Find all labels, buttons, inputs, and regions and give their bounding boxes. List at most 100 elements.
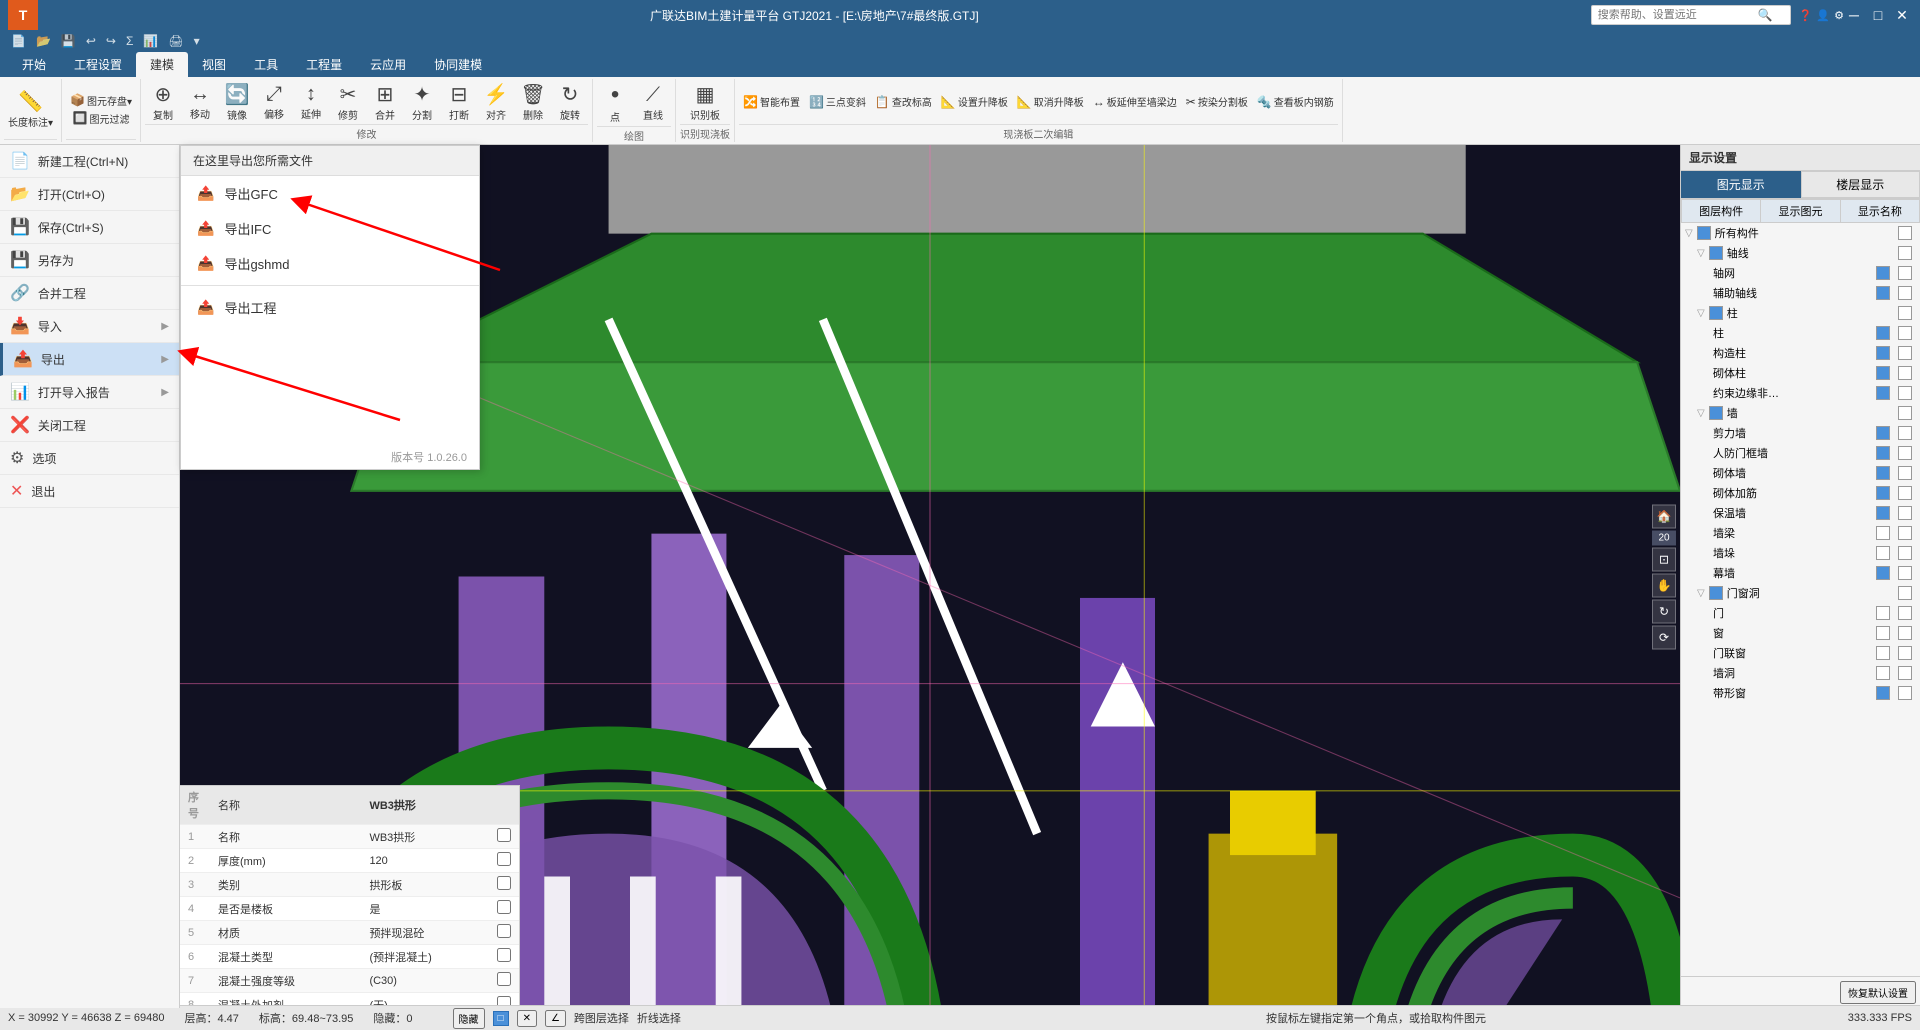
rb-view-rebar[interactable]: 🔩 查看板内钢筋 [1253, 93, 1338, 110]
sidebar-options[interactable]: ⚙ 选项 [0, 442, 179, 475]
check-window[interactable] [1876, 626, 1890, 640]
view-tool-rotate[interactable]: ⟳ [1652, 625, 1676, 649]
tree-node-all[interactable]: ▽ 所有构件 [1681, 223, 1920, 243]
tree-node-door-window[interactable]: ▽ 门窗洞 [1681, 583, 1920, 603]
qa-undo[interactable]: ↩ [83, 34, 99, 48]
check-axis[interactable] [1709, 246, 1723, 260]
rb-cancel-raise[interactable]: 📐 取消升降板 [1013, 93, 1088, 110]
tree-node-masonry-col[interactable]: 砌体柱 [1681, 363, 1920, 383]
tree-node-masonry-wall[interactable]: 砌体墙 [1681, 463, 1920, 483]
dropdown-export-gfc[interactable]: 📤 导出GFC [181, 176, 479, 211]
help-btn[interactable]: ❓ [1799, 9, 1813, 22]
check-grid[interactable] [1876, 266, 1890, 280]
dropdown-export-project[interactable]: 📤 导出工程 [181, 290, 479, 325]
app-logo[interactable]: T [8, 0, 38, 30]
tree-node-aux-axis[interactable]: 辅助轴线 [1681, 283, 1920, 303]
rb-filter[interactable]: 🔲 图元过滤 [69, 110, 134, 127]
tree-node-window[interactable]: 窗 [1681, 623, 1920, 643]
qa-redo[interactable]: ↪ [103, 34, 119, 48]
rb-offset[interactable]: ⤢ 偏移 [256, 81, 292, 123]
rb-rotate[interactable]: ↻ 旋转 [552, 80, 588, 124]
prop-check-1[interactable] [497, 828, 511, 842]
check-name-aux-axis[interactable] [1898, 286, 1912, 300]
check-aux-axis[interactable] [1876, 286, 1890, 300]
tab-collab[interactable]: 协同建模 [420, 52, 496, 77]
view-tool-pan[interactable]: ✋ [1652, 573, 1676, 597]
check-wall-opening[interactable] [1876, 666, 1890, 680]
tree-node-wall-beam[interactable]: 墙梁 [1681, 523, 1920, 543]
qa-open[interactable]: 📂 [33, 34, 54, 48]
rb-mirror[interactable]: 🔄 镜像 [219, 80, 255, 124]
fold-select[interactable]: 折线选择 [637, 1010, 681, 1026]
settings-icon[interactable]: ⚙ [1834, 9, 1844, 22]
cross-layer-select[interactable]: 跨图层选择 [574, 1010, 629, 1026]
check-column[interactable] [1709, 306, 1723, 320]
check-constraint-col[interactable] [1876, 386, 1890, 400]
check-masonry-col[interactable] [1876, 366, 1890, 380]
rb-extend-wall[interactable]: ↔ 板延伸至墙梁边 [1089, 93, 1181, 110]
tree-node-civil-def-wall[interactable]: 人防门框墙 [1681, 443, 1920, 463]
rb-merge[interactable]: ⊞ 合并 [367, 80, 403, 124]
check-door-window[interactable] [1709, 586, 1723, 600]
prop-check-8[interactable] [497, 996, 511, 1005]
tree-node-door[interactable]: 门 [1681, 603, 1920, 623]
sidebar-import-report[interactable]: 📊 打开导入报告 ▶ [0, 376, 179, 409]
rb-identify-slab[interactable]: ▦ 识别板 [686, 80, 724, 124]
sidebar-save[interactable]: 💾 保存(Ctrl+S) [0, 211, 179, 244]
sidebar-merge[interactable]: 🔗 合并工程 [0, 277, 179, 310]
prop-check-7[interactable] [497, 972, 511, 986]
check-name-grid[interactable] [1898, 266, 1912, 280]
search-input[interactable] [1598, 9, 1758, 21]
tree-node-masonry-rebar[interactable]: 砌体加筋 [1681, 483, 1920, 503]
select-rect-btn[interactable]: □ [493, 1011, 509, 1026]
tree-node-shear-wall[interactable]: 剪力墙 [1681, 423, 1920, 443]
rb-three-point[interactable]: 🔢 三点变斜 [805, 93, 870, 110]
restore-defaults-button[interactable]: 恢复默认设置 [1840, 981, 1916, 1004]
rb-copy[interactable]: ⊕ 复制 [145, 80, 181, 124]
check-strip-window[interactable] [1876, 686, 1890, 700]
search-bar[interactable]: 🔍 [1591, 5, 1791, 25]
prop-check-3[interactable] [497, 876, 511, 890]
qa-more[interactable]: ▾ [191, 34, 203, 48]
prop-check-4[interactable] [497, 900, 511, 914]
tree-node-wall-pier[interactable]: 墙垛 [1681, 543, 1920, 563]
view-tool-fit[interactable]: ⊡ [1652, 547, 1676, 571]
tree-node-axis[interactable]: ▽ 轴线 [1681, 243, 1920, 263]
rb-line[interactable]: ⟋ 直线 [635, 82, 671, 124]
user-btn[interactable]: 👤 [1816, 9, 1830, 22]
tab-tools[interactable]: 工具 [240, 52, 292, 77]
sidebar-export[interactable]: 📤 导出 ▶ [0, 343, 179, 376]
check-wall[interactable] [1709, 406, 1723, 420]
check-curtain[interactable] [1876, 566, 1890, 580]
qa-sum[interactable]: Σ [123, 34, 136, 48]
check-masonry-rebar[interactable] [1876, 486, 1890, 500]
rb-break[interactable]: ⊟ 打断 [441, 80, 477, 124]
tree-node-curtain[interactable]: 幕墙 [1681, 563, 1920, 583]
check-name-axis[interactable] [1898, 246, 1912, 260]
hide-button[interactable]: 隐藏 [453, 1008, 485, 1029]
tab-build[interactable]: 建模 [136, 52, 188, 77]
qa-print[interactable]: 🖨 [165, 34, 186, 48]
tab-start[interactable]: 开始 [8, 52, 60, 77]
tab-element-display[interactable]: 图元显示 [1681, 171, 1801, 198]
sidebar-new-project[interactable]: 📄 新建工程(Ctrl+N) [0, 145, 179, 178]
rb-set-raise[interactable]: 📐 设置升降板 [937, 93, 1012, 110]
check-civil-def-wall[interactable] [1876, 446, 1890, 460]
tree-node-struct-col[interactable]: 构造柱 [1681, 343, 1920, 363]
check-insulation-wall[interactable] [1876, 506, 1890, 520]
tree-node-constraint-col[interactable]: 约束边缘非… [1681, 383, 1920, 403]
rb-store[interactable]: 📦 图元存盘▾ [66, 92, 136, 109]
rb-split[interactable]: ✦ 分割 [404, 80, 440, 124]
sidebar-open[interactable]: 📂 打开(Ctrl+O) [0, 178, 179, 211]
draw-mode-btn[interactable]: ∠ [545, 1010, 566, 1027]
rb-delete[interactable]: 🗑 删除 [515, 80, 551, 124]
tab-view[interactable]: 视图 [188, 52, 240, 77]
tab-cloud[interactable]: 云应用 [356, 52, 420, 77]
view-tool-orbit[interactable]: ↻ [1652, 599, 1676, 623]
tab-quantity[interactable]: 工程量 [292, 52, 356, 77]
rb-split-by-beam[interactable]: ✂ 按染分割板 [1182, 93, 1252, 110]
sidebar-import[interactable]: 📥 导入 ▶ [0, 310, 179, 343]
check-name-all[interactable] [1898, 226, 1912, 240]
minimize-button[interactable]: ─ [1844, 5, 1864, 25]
check-door-window-combo[interactable] [1876, 646, 1890, 660]
